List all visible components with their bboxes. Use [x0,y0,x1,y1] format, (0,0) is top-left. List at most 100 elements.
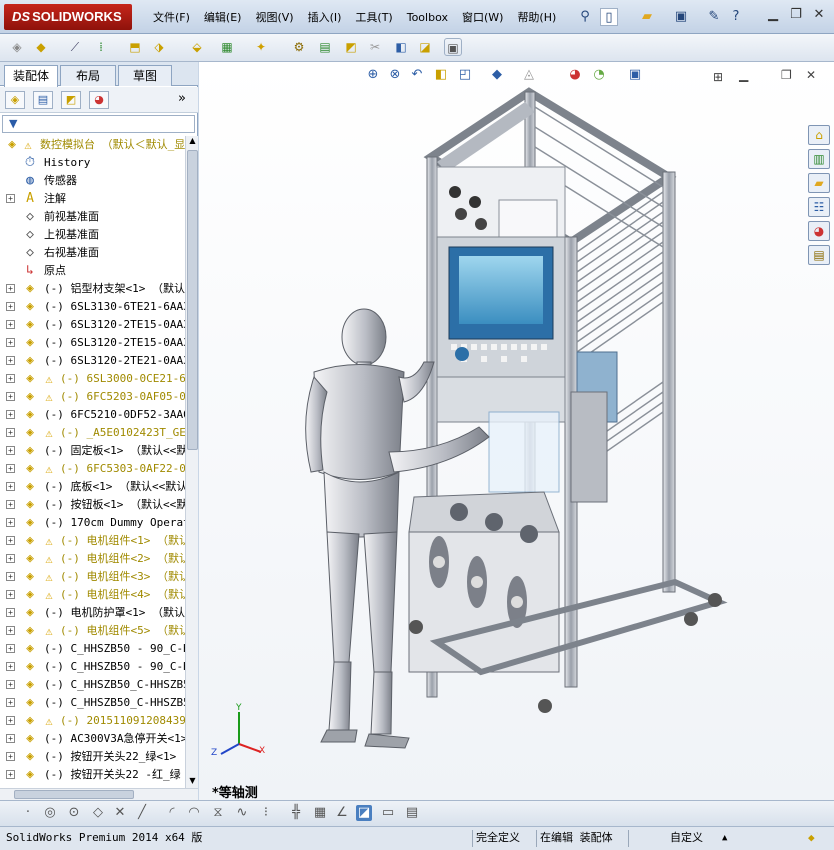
tree-item[interactable]: + ◈ (-) 6SL3130-6TE21-6AA3< [0,298,186,316]
show-hidden-icon[interactable]: ⬙ [188,38,206,56]
tree-item[interactable]: + ◈ ⚠ (-) 电机组件<2> （默认 [0,550,186,568]
expand-toggle-icon[interactable]: + [6,320,15,329]
property-manager-icon[interactable]: ▤ [33,91,53,109]
custom-properties-icon[interactable]: ▤ [808,245,830,265]
tree-item[interactable]: ↳ 原点 [0,262,186,280]
linear-pattern-icon[interactable]: ⁞ [92,38,110,56]
tree-item[interactable]: + ◈ (-) 按钮板<1> （默认<<默 [0,496,186,514]
tree-item[interactable]: + ◈ (-) 6FC5210-0DF52-3AA0< [0,406,186,424]
exploded-view-icon[interactable]: ◩ [342,38,360,56]
expand-toggle-icon[interactable]: + [6,590,15,599]
menu-help[interactable]: 帮助(H) [510,9,563,27]
expand-toggle-icon[interactable]: + [6,752,15,761]
expand-toggle-icon[interactable]: + [6,716,15,725]
expand-toggle-icon[interactable]: + [6,662,15,671]
close-icon[interactable]: ✕ [810,7,828,25]
solidworks-resources-icon[interactable]: ⌂ [808,125,830,145]
minimize-icon[interactable]: ▁ [764,7,782,25]
fillet-icon[interactable]: ◜ [164,805,180,821]
explode-line-sketch-icon[interactable]: ✂ [366,38,384,56]
expand-toggle-icon[interactable]: + [6,482,15,491]
expand-toggle-icon[interactable]: + [6,302,15,311]
expand-toggle-icon[interactable]: + [6,194,15,203]
tree-filter[interactable]: ▼ [2,115,195,133]
tree-item[interactable]: + ◈ (-) C_HHSZB50 - 90_C-HH [0,658,186,676]
help-icon[interactable]: ? [727,8,745,26]
expand-toggle-icon[interactable]: + [6,608,15,617]
tree-item[interactable]: + ◈ ⚠ (-) 6FC5203-0AF05-0A [0,388,186,406]
expand-toggle-icon[interactable]: + [6,734,15,743]
menu-tools[interactable]: 工具(T) [348,9,399,27]
mate-icon[interactable]: ◆ [32,38,50,56]
tree-item[interactable]: + ◈ (-) 固定板<1> （默认<<默 [0,442,186,460]
spline-icon[interactable]: ∿ [234,805,250,821]
tree-item[interactable]: + ◈ (-) 底板<1> （默认<<默认 [0,478,186,496]
angle-icon[interactable]: ∠ [334,805,350,821]
bill-of-materials-icon[interactable]: ▤ [316,38,334,56]
design-library-icon[interactable]: ▥ [808,149,830,169]
tree-horizontal-scrollbar[interactable] [0,788,198,800]
tree-item[interactable]: + ◈ (-) 170cm Dummy Operato [0,514,186,532]
mirror-icon[interactable]: ⧖ [210,805,226,821]
graphics-area[interactable]: ⊕ ⊗ ↶ ◧ ◰ ◆ ◬ ◕ ◔ ▣ ⊞ ▁ ❐ ✕ Y X Z [199,62,834,800]
tree-root[interactable]: ◈ ⚠ 数控模拟台 （默认＜默认_显 [0,136,186,154]
tree-item[interactable]: + ◈ ⚠ (-) 电机组件<4> （默认 [0,586,186,604]
feature-manager-icon[interactable]: ◈ [5,91,25,109]
menu-toolbox[interactable]: Toolbox [400,9,455,27]
units-selector[interactable]: 自定义 [670,827,703,849]
toolbar-end-icon[interactable]: ▣ [444,38,462,56]
tree-item[interactable]: + ◈ (-) AC300V3A急停开关<1> [0,730,186,748]
expand-toggle-icon[interactable]: + [6,356,15,365]
expand-toggle-icon[interactable]: + [6,428,15,437]
expand-toggle-icon[interactable]: + [6,446,15,455]
tree-item[interactable]: + ◈ (-) 电机防护罩<1> （默认 [0,604,186,622]
new-motion-study-icon[interactable]: ⚙ [290,38,308,56]
scroll-thumb[interactable] [187,150,198,450]
view-palette-icon[interactable]: ☷ [808,197,830,217]
save-icon[interactable]: ▣ [672,8,690,26]
tree-item[interactable]: + ◈ ⚠ (-) 电机组件<3> （默认 [0,568,186,586]
expand-toggle-icon[interactable]: + [6,626,15,635]
instant3d-icon[interactable]: ◪ [416,38,434,56]
tree-item[interactable]: ◇ 右视基准面 [0,244,186,262]
expand-toggle-icon[interactable]: + [6,518,15,527]
solidworks-logo[interactable]: DS SOLIDWORKS [4,4,132,30]
tree-item[interactable]: + ◈ ⚠ (-) 电机组件<1> （默认 [0,532,186,550]
tab-sketch[interactable]: 草图 [118,65,172,86]
options-icon[interactable]: ✎ [705,8,723,26]
smart-dimension-icon[interactable]: ╬ [288,805,304,821]
tree-item[interactable]: + ◈ ⚠ (-) _A5E0102423T_GEN [0,424,186,442]
display-manager-icon[interactable]: ◕ [89,91,109,109]
tree-item[interactable]: + ◈ ⚠ (-) 6SL3000-0CE21-6A [0,370,186,388]
tree-item[interactable]: + ◈ ⚠ (-) 电机组件<5> （默认 [0,622,186,640]
file-explorer-icon[interactable]: ▰ [808,173,830,193]
expand-toggle-icon[interactable]: + [6,572,15,581]
scroll-down-icon[interactable]: ▼ [187,776,198,788]
expand-panel-icon[interactable]: » [178,91,186,106]
grid-icon[interactable]: ▦ [312,805,328,821]
expand-toggle-icon[interactable]: + [6,392,15,401]
menu-file[interactable]: 文件(F) [146,9,197,27]
dimension-icon[interactable]: ⁝ [258,805,274,821]
offset-icon[interactable]: ◠ [186,805,202,821]
section-icon[interactable]: ▭ [380,805,396,821]
tab-layout[interactable]: 布局 [60,65,116,86]
menu-insert[interactable]: 插入(I) [301,9,349,27]
tree-item[interactable]: + ◈ ⚠ (-) 2015110912084390 [0,712,186,730]
menu-view[interactable]: 视图(V) [248,9,300,27]
tree-item[interactable]: + ◈ (-) 6SL3120-2TE15-0AA3< [0,334,186,352]
center-point-icon[interactable]: ⊙ [66,805,82,821]
tree-item[interactable]: + ◈ (-) 按钮开关头22 -红_绿 [0,766,186,784]
tree-item[interactable]: + ◈ (-) C_HHSZB50_C-HHSZB50 [0,676,186,694]
point-icon[interactable]: · [20,805,36,821]
menu-window[interactable]: 窗口(W) [455,9,510,27]
smart-fasteners-icon[interactable]: ⬒ [126,38,144,56]
view-layout-icon[interactable]: ▤ [404,805,420,821]
line-icon[interactable]: ╱ [134,805,150,821]
tree-item[interactable]: + ◈ (-) 按钮开关头22_绿<1> [0,748,186,766]
tree-item[interactable]: + A 注解 [0,190,186,208]
expand-toggle-icon[interactable]: + [6,464,15,473]
expand-toggle-icon[interactable]: + [6,644,15,653]
expand-toggle-icon[interactable]: + [6,554,15,563]
tree-item[interactable]: + ◈ (-) 铝型材支架<1> （默认 [0,280,186,298]
